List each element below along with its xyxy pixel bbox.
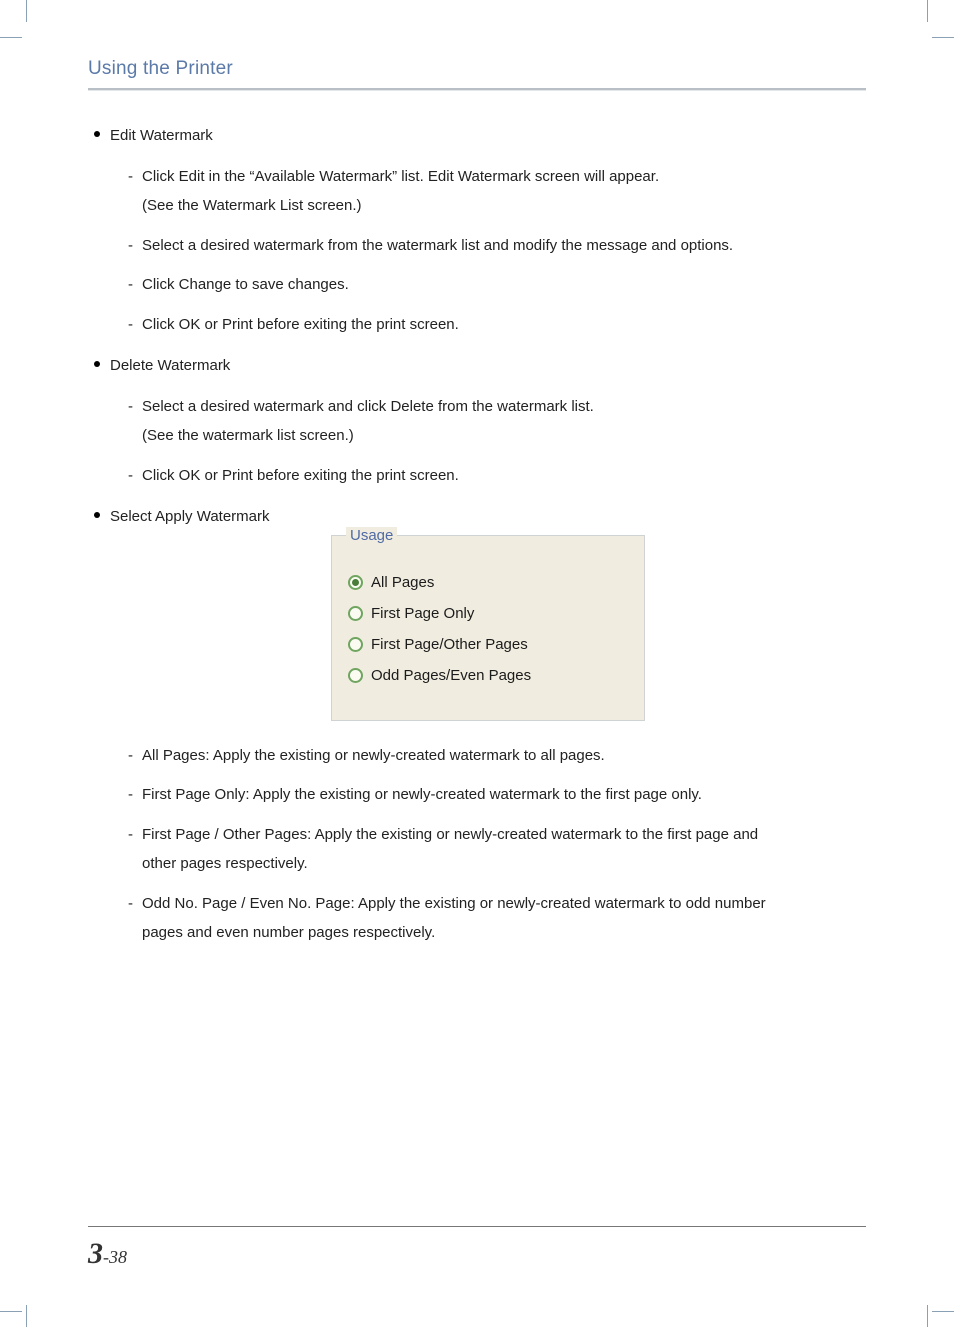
item-text: Select a desired watermark and click Del… xyxy=(142,398,594,415)
dash-icon: - xyxy=(128,272,133,298)
page-subnumber: 38 xyxy=(109,1247,127,1267)
item-text: Click OK or Print before exiting the pri… xyxy=(142,316,459,333)
list-item: Select Apply Watermark Usage All Pages F… xyxy=(88,506,866,946)
dash-icon: - xyxy=(128,743,133,769)
list-item: - Click OK or Print before exiting the p… xyxy=(110,312,866,338)
item-text: All Pages: Apply the existing or newly-c… xyxy=(142,747,605,764)
page: Using the Printer Edit Watermark - Click… xyxy=(0,0,954,1327)
dash-icon: - xyxy=(128,463,133,489)
sub-list: - Select a desired watermark and click D… xyxy=(110,394,866,489)
radio-icon xyxy=(348,637,363,652)
list-item: - Select a desired watermark and click D… xyxy=(110,394,866,449)
item-title: Edit Watermark xyxy=(110,127,213,144)
item-text: Click Edit in the “Available Watermark” … xyxy=(142,168,659,185)
radio-icon xyxy=(348,575,363,590)
item-text-cont: other pages respectively. xyxy=(142,851,866,877)
footer: 3-38 xyxy=(88,1226,866,1271)
chapter-number: 3 xyxy=(88,1237,103,1270)
radio-label: First Page Only xyxy=(371,605,474,622)
dash-icon: - xyxy=(128,822,133,848)
dash-icon: - xyxy=(128,312,133,338)
radio-option[interactable]: First Page Only xyxy=(348,605,628,622)
radio-label: All Pages xyxy=(371,574,434,591)
item-text-cont: pages and even number pages respectively… xyxy=(142,920,866,946)
list-item: - Odd No. Page / Even No. Page: Apply th… xyxy=(110,891,866,946)
item-text: First Page Only: Apply the existing or n… xyxy=(142,786,702,803)
radio-option[interactable]: First Page/Other Pages xyxy=(348,636,628,653)
item-title: Select Apply Watermark xyxy=(110,508,270,525)
item-text: Click OK or Print before exiting the pri… xyxy=(142,467,459,484)
list-item: - First Page Only: Apply the existing or… xyxy=(110,782,866,808)
bullet-icon xyxy=(94,361,100,367)
groupbox-legend: Usage xyxy=(346,527,397,544)
bullet-icon xyxy=(94,131,100,137)
page-title: Using the Printer xyxy=(88,58,866,80)
item-text-cont: (See the Watermark List screen.) xyxy=(142,193,866,219)
radio-option[interactable]: All Pages xyxy=(348,574,628,591)
sub-list: - Click Edit in the “Available Watermark… xyxy=(110,164,866,338)
list-item: - Select a desired watermark from the wa… xyxy=(110,233,866,259)
radio-icon xyxy=(348,606,363,621)
list-item: - Click Change to save changes. xyxy=(110,272,866,298)
radio-label: First Page/Other Pages xyxy=(371,636,528,653)
list-item: - Click OK or Print before exiting the p… xyxy=(110,463,866,489)
usage-groupbox: Usage All Pages First Page Only First Pa… xyxy=(331,535,645,721)
list-item: Delete Watermark - Select a desired wate… xyxy=(88,355,866,488)
dash-icon: - xyxy=(128,891,133,917)
dash-icon: - xyxy=(128,782,133,808)
list-item: - All Pages: Apply the existing or newly… xyxy=(110,743,866,769)
bullet-icon xyxy=(94,512,100,518)
dash-icon: - xyxy=(128,394,133,420)
description-list: - All Pages: Apply the existing or newly… xyxy=(110,743,866,946)
footer-divider xyxy=(88,1226,866,1227)
item-text: Select a desired watermark from the wate… xyxy=(142,237,733,254)
item-text-cont: (See the watermark list screen.) xyxy=(142,423,866,449)
item-text: Click Change to save changes. xyxy=(142,276,349,293)
radio-label: Odd Pages/Even Pages xyxy=(371,667,531,684)
item-text: First Page / Other Pages: Apply the exis… xyxy=(142,826,758,843)
list-item: - Click Edit in the “Available Watermark… xyxy=(110,164,866,219)
dash-icon: - xyxy=(128,233,133,259)
list-item: - First Page / Other Pages: Apply the ex… xyxy=(110,822,866,877)
item-title: Delete Watermark xyxy=(110,357,230,374)
radio-icon xyxy=(348,668,363,683)
radio-option[interactable]: Odd Pages/Even Pages xyxy=(348,667,628,684)
header-divider xyxy=(88,88,866,91)
list-item: Edit Watermark - Click Edit in the “Avai… xyxy=(88,125,866,337)
item-text: Odd No. Page / Even No. Page: Apply the … xyxy=(142,895,766,912)
content-list: Edit Watermark - Click Edit in the “Avai… xyxy=(88,125,866,946)
dash-icon: - xyxy=(128,164,133,190)
page-number: 3-38 xyxy=(88,1237,866,1271)
